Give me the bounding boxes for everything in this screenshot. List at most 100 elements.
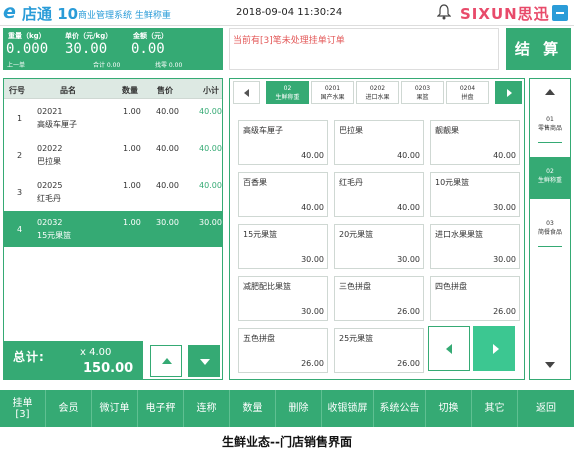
- item-name: 15元果篮: [37, 231, 72, 240]
- col-header-qty: 数量: [122, 86, 138, 95]
- category-tab[interactable]: 0202 进口水果: [356, 81, 399, 104]
- product-prev-page-button[interactable]: [428, 326, 470, 371]
- product-card[interactable]: 10元果篮 30.00: [430, 172, 520, 217]
- cart-scroll-down-button[interactable]: [188, 345, 220, 377]
- minimize-button[interactable]: [552, 5, 568, 21]
- function-button[interactable]: 切换: [426, 390, 472, 427]
- item-name: 巴拉果: [37, 157, 61, 166]
- product-card[interactable]: 减肥配比果篮 30.00: [238, 276, 328, 321]
- product-card[interactable]: 高级车厘子 40.00: [238, 120, 328, 165]
- product-name: 10元果篮: [435, 178, 470, 187]
- category-tab[interactable]: 0204 拼盘: [446, 81, 489, 104]
- product-name: 四色拼盘: [435, 282, 467, 291]
- item-subtotal: 40.00: [199, 144, 222, 153]
- cart-row[interactable]: 2 02022 巴拉果 1.00 40.00 40.00: [4, 137, 222, 173]
- function-button[interactable]: 会员: [46, 390, 92, 427]
- category-code: 0202: [369, 85, 386, 92]
- left-arrow-icon: [244, 89, 249, 97]
- product-card[interactable]: 25元果篮 26.00: [334, 328, 424, 373]
- category-code: 0201: [324, 85, 341, 92]
- function-button[interactable]: 收银锁屏: [322, 390, 374, 427]
- side-category-up-button[interactable]: [530, 81, 570, 103]
- product-name: 百香果: [243, 178, 267, 187]
- function-button[interactable]: 电子秤: [138, 390, 184, 427]
- bell-icon[interactable]: [436, 4, 452, 20]
- product-name: 20元果篮: [339, 230, 374, 239]
- product-price: 26.00: [397, 359, 420, 368]
- product-card[interactable]: 巴拉果 40.00: [334, 120, 424, 165]
- product-card[interactable]: 15元果篮 30.00: [238, 224, 328, 269]
- col-header-no: 行号: [9, 86, 25, 95]
- product-card[interactable]: 五色拼盘 26.00: [238, 328, 328, 373]
- side-category-down-button[interactable]: [530, 354, 570, 376]
- product-name: 红毛丹: [339, 178, 363, 187]
- product-card[interactable]: 20元果篮 30.00: [334, 224, 424, 269]
- product-price: 30.00: [397, 255, 420, 264]
- product-price: 40.00: [301, 151, 324, 160]
- side-category-code: 03: [546, 220, 554, 227]
- col-header-subtotal: 小计: [203, 86, 219, 95]
- function-button[interactable]: 微订单: [92, 390, 138, 427]
- category-tab[interactable]: 02 生鲜称重: [266, 81, 309, 104]
- item-code: 02025: [37, 181, 63, 190]
- amount-label: 金额（元）: [133, 32, 168, 40]
- category-name: 生鲜称重: [275, 94, 300, 101]
- function-button[interactable]: 数量: [230, 390, 276, 427]
- total-qty: x 4.00: [80, 347, 112, 358]
- cart-row[interactable]: 3 02025 红毛丹 1.00 40.00 40.00: [4, 174, 222, 210]
- function-button[interactable]: 删除: [276, 390, 322, 427]
- item-subtotal: 30.00: [199, 218, 222, 227]
- product-card[interactable]: 三色拼盘 26.00: [334, 276, 424, 321]
- left-arrow-icon: [446, 344, 452, 354]
- item-subtotal: 40.00: [199, 181, 222, 190]
- product-card[interactable]: 百香果 40.00: [238, 172, 328, 217]
- category-next-button[interactable]: [495, 81, 522, 104]
- side-category-code: 01: [546, 116, 554, 123]
- app-name: 店通 10: [22, 5, 79, 23]
- category-code: 0204: [459, 85, 476, 92]
- cart-row[interactable]: 4 02032 15元果篮 1.00 30.00 30.00: [4, 211, 222, 247]
- settle-button[interactable]: 结 算: [506, 28, 571, 70]
- function-button[interactable]: 连称: [184, 390, 230, 427]
- product-price: 30.00: [301, 307, 324, 316]
- category-tab[interactable]: 0201 国产水果: [311, 81, 354, 104]
- item-qty: 1.00: [123, 144, 141, 153]
- product-name: 靓靓果: [435, 126, 459, 135]
- item-subtotal: 40.00: [199, 107, 222, 116]
- item-price: 40.00: [156, 107, 179, 116]
- item-qty: 1.00: [123, 218, 141, 227]
- category-tab[interactable]: 0203 果篮: [401, 81, 444, 104]
- product-price: 40.00: [493, 151, 516, 160]
- col-header-name: 品名: [60, 86, 76, 95]
- item-price: 40.00: [156, 144, 179, 153]
- item-price: 30.00: [156, 218, 179, 227]
- product-card[interactable]: 四色拼盘 26.00: [430, 276, 520, 321]
- underline: [538, 246, 562, 247]
- product-next-page-button[interactable]: [473, 326, 515, 371]
- product-name: 进口水果果篮: [435, 230, 483, 239]
- function-button[interactable]: 返回: [518, 390, 574, 427]
- product-card[interactable]: 进口水果果篮 30.00: [430, 224, 520, 269]
- item-name: 红毛丹: [37, 194, 61, 203]
- item-name: 高级车厘子: [37, 120, 77, 129]
- function-button[interactable]: 其它: [472, 390, 518, 427]
- price-label: 单价（元/kg）: [65, 32, 113, 40]
- pending-orders-notice[interactable]: 当前有[3]笔未处理挂单订单: [229, 28, 499, 70]
- cart-row[interactable]: 1 02021 高级车厘子 1.00 40.00 40.00: [4, 100, 222, 136]
- product-price: 30.00: [301, 255, 324, 264]
- datetime: 2018-09-04 11:30:24: [236, 7, 343, 18]
- category-name: 国产水果: [320, 94, 345, 101]
- function-button[interactable]: 挂单 [3]: [0, 390, 46, 427]
- weight-label: 重量（kg）: [8, 32, 46, 40]
- category-prev-button[interactable]: [233, 81, 260, 104]
- side-category-item[interactable]: 01 零售商品: [530, 105, 570, 147]
- side-category-item[interactable]: 02 生鲜称重: [530, 157, 570, 199]
- underline: [538, 142, 562, 143]
- product-card[interactable]: 靓靓果 40.00: [430, 120, 520, 165]
- function-button[interactable]: 系统公告: [374, 390, 426, 427]
- cart-scroll-up-button[interactable]: [150, 345, 182, 377]
- row-number: 2: [17, 151, 23, 160]
- category-name: 进口水果: [365, 94, 390, 101]
- product-card[interactable]: 红毛丹 40.00: [334, 172, 424, 217]
- side-category-item[interactable]: 03 简餐食品: [530, 209, 570, 251]
